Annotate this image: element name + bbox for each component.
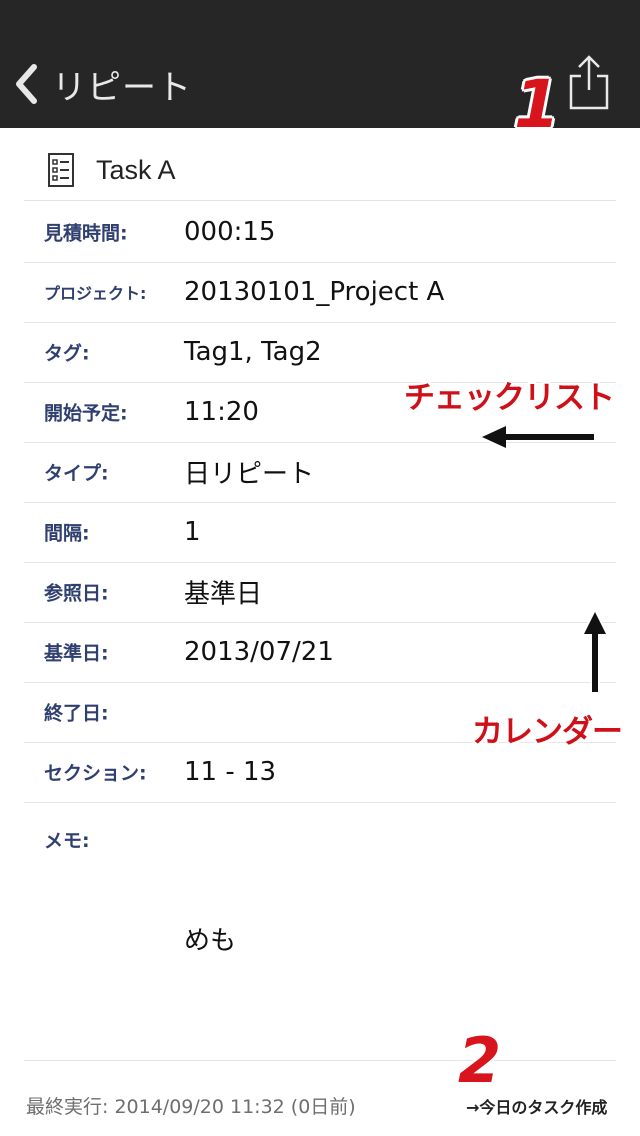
last-run-text: 最終実行: 2014/09/20 11:32 (0日前) [26, 1096, 356, 1118]
field-row-project[interactable]: プロジェクト: 20130101_Project A [24, 262, 616, 323]
back-button-label: リピート [52, 67, 192, 108]
field-row-base-date[interactable]: 基準日: 2013/07/21 [24, 622, 616, 683]
task-title-row: Task A [24, 140, 616, 201]
back-button[interactable]: リピート [14, 58, 192, 110]
arrow-left-icon [478, 423, 596, 451]
annotation-badge-2: 2 [458, 1024, 502, 1097]
share-button[interactable] [566, 54, 612, 112]
task-title: Task A [96, 154, 176, 185]
field-label: 開始予定: [44, 402, 128, 425]
annotation-calendar: カレンダー [472, 714, 623, 750]
chevron-left-icon [16, 64, 37, 104]
checklist-icon [48, 153, 74, 187]
memo-field[interactable]: メモ: めも [24, 802, 616, 1061]
field-value: 日リピート [184, 459, 315, 490]
field-label: タイプ: [44, 462, 109, 485]
field-row-section[interactable]: セクション: 11 - 13 [24, 742, 616, 803]
field-row-reference-date[interactable]: 参照日: 基準日 [24, 562, 616, 623]
field-label: タグ: [44, 342, 90, 365]
memo-value: めも [184, 926, 237, 956]
arrow-up-icon [581, 608, 609, 694]
field-row-interval[interactable]: 間隔: 1 [24, 502, 616, 563]
field-value: Tag1, Tag2 [184, 337, 322, 367]
field-value: 基準日 [184, 579, 263, 610]
field-value: 1 [184, 517, 201, 547]
field-label: プロジェクト: [44, 284, 147, 303]
share-icon [569, 55, 609, 110]
field-value: 2013/07/21 [184, 637, 334, 667]
field-value: 11:20 [184, 397, 259, 427]
field-value: 000:15 [184, 217, 276, 247]
annotation-badge-1: 1 [514, 66, 560, 143]
field-label: 参照日: [44, 582, 109, 605]
field-value: 20130101_Project A [184, 277, 445, 307]
field-value: 11 - 13 [184, 757, 277, 787]
field-row-estimated-time[interactable]: 見積時間: 000:15 [24, 202, 616, 263]
create-today-task-link[interactable]: →今日のタスク作成 [466, 1094, 607, 1118]
field-label: 間隔: [44, 522, 90, 545]
field-label: セクション: [44, 762, 147, 785]
field-label: 終了日: [44, 702, 109, 725]
memo-label: メモ: [44, 830, 90, 852]
annotation-checklist: チェックリスト [404, 380, 615, 416]
field-label: 基準日: [44, 642, 109, 665]
field-label: 見積時間: [44, 222, 128, 245]
